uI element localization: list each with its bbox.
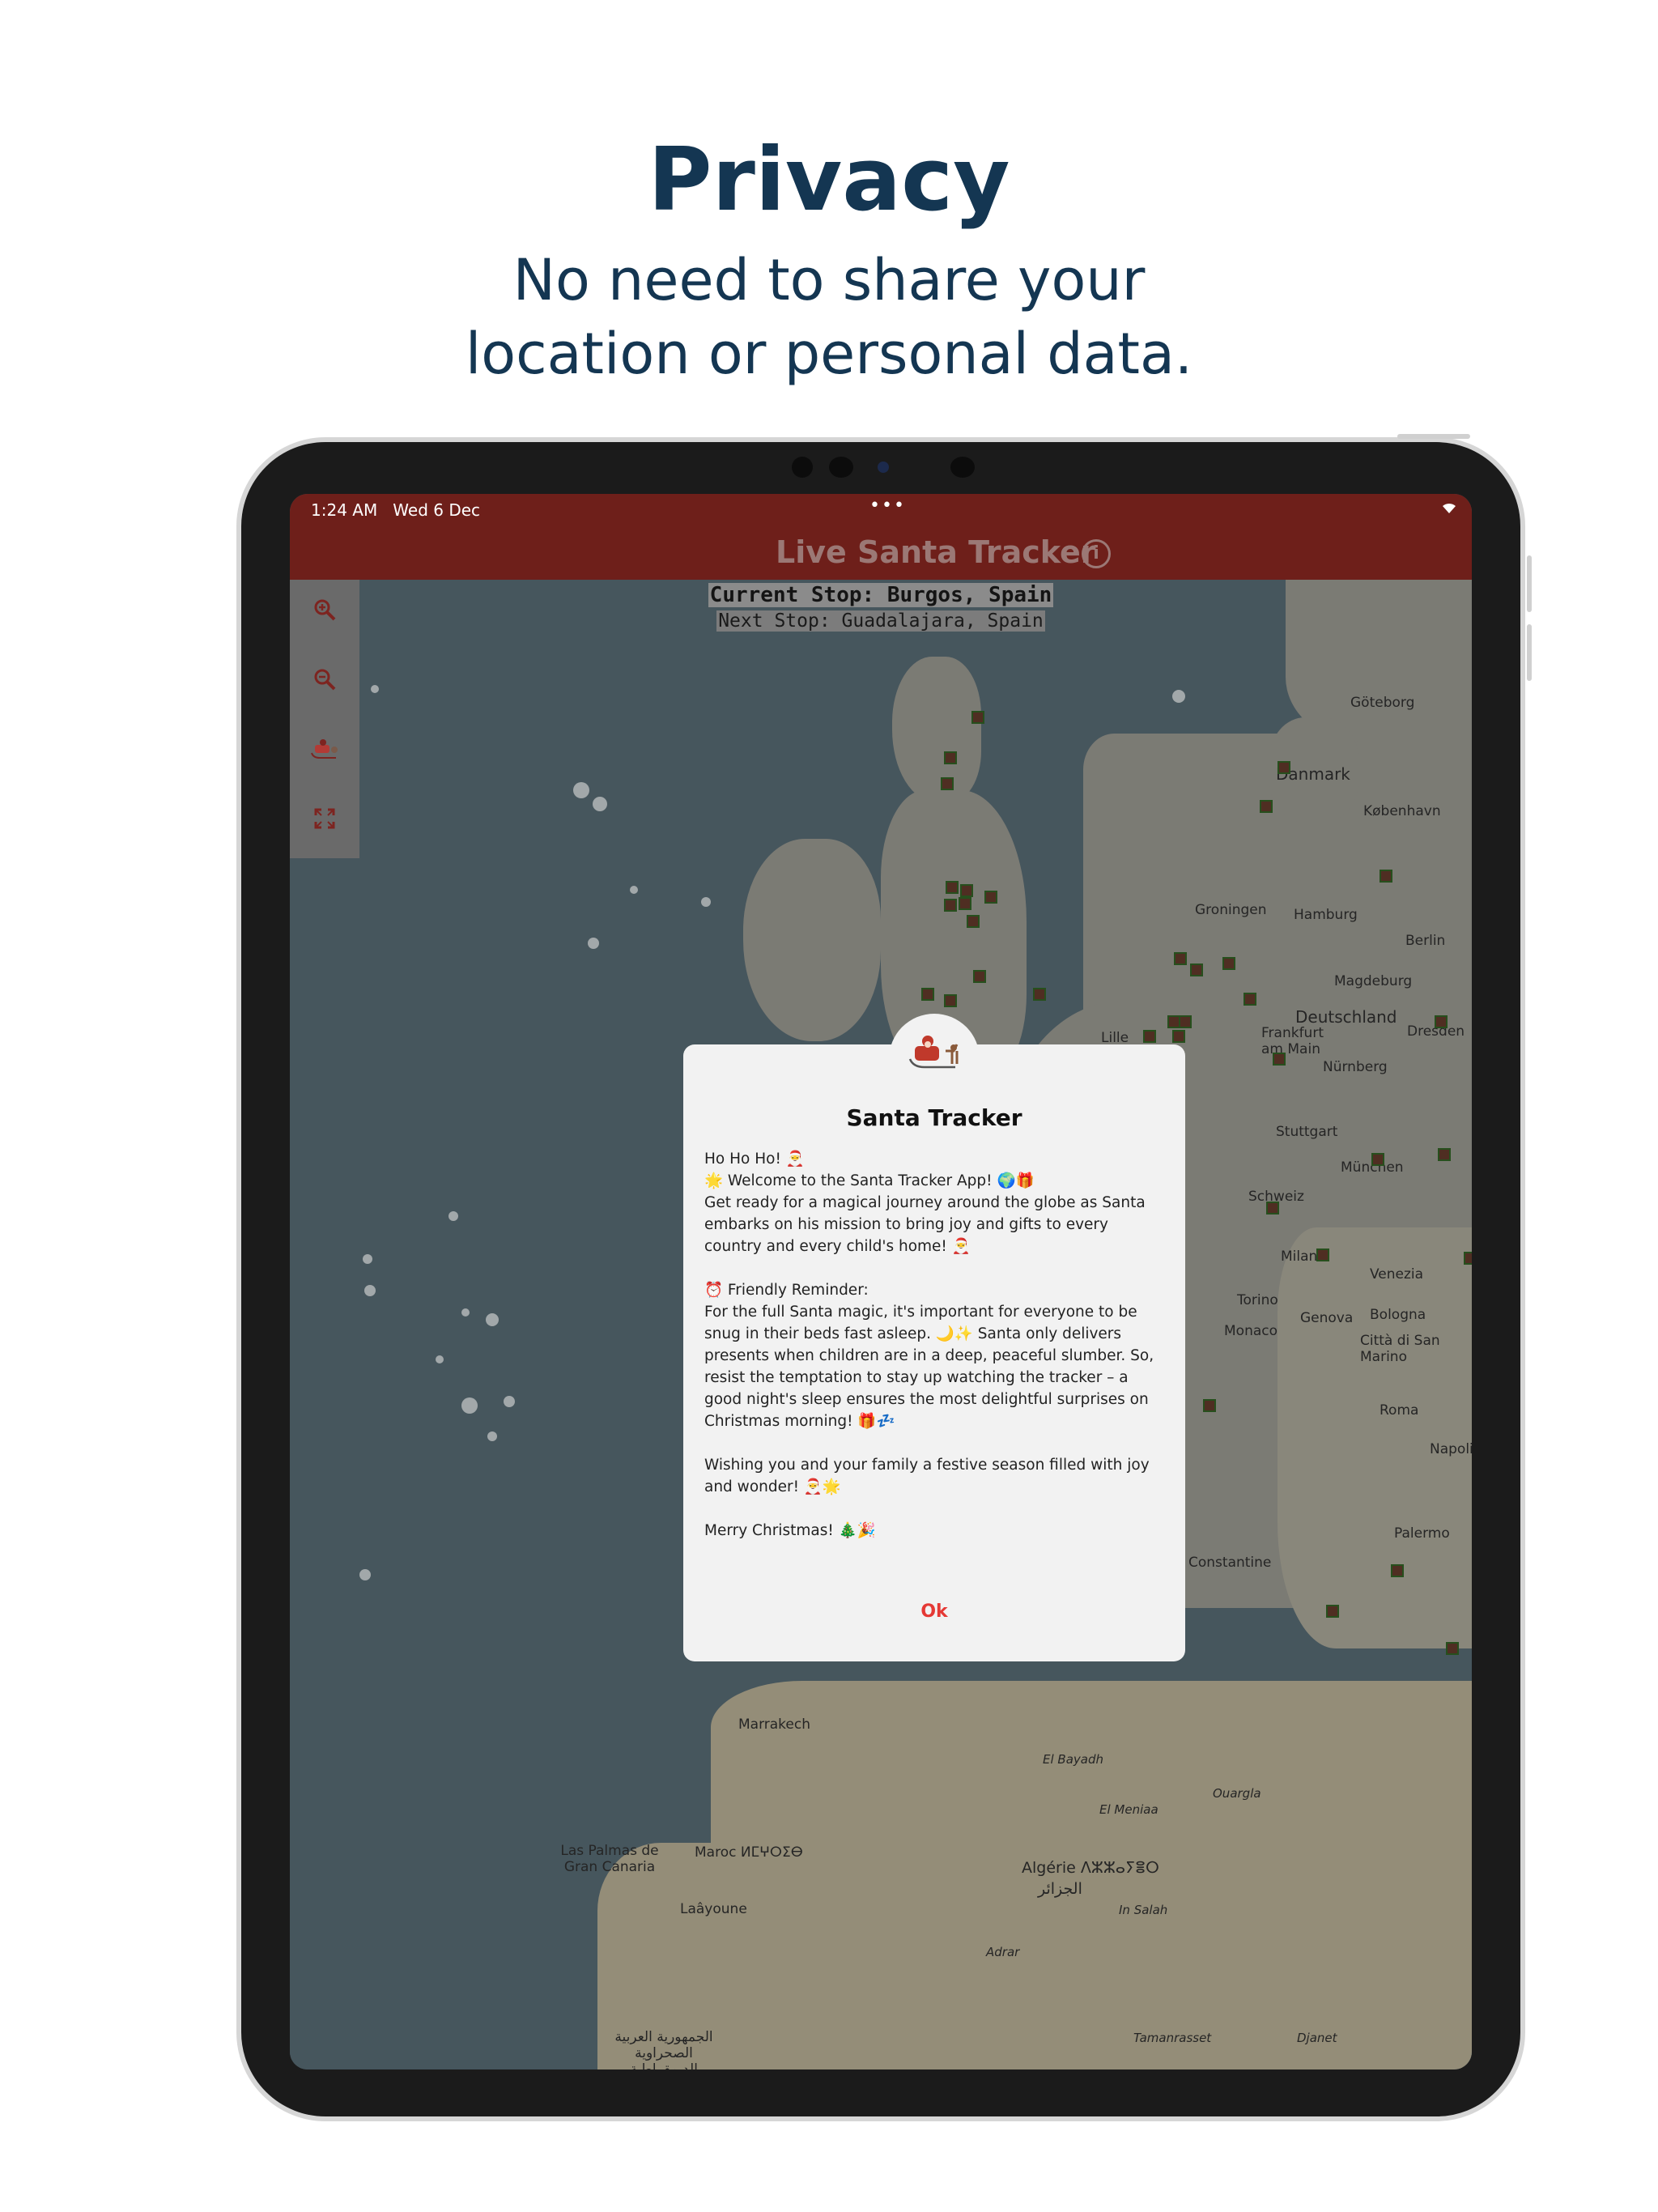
santa-sleigh-icon[interactable] xyxy=(306,734,343,771)
headline-subtitle-line1: No need to share your xyxy=(512,247,1146,313)
volume-up-button xyxy=(1527,555,1532,612)
dialog-title: Santa Tracker xyxy=(846,1104,1022,1131)
dialog-line: ⏰ Friendly Reminder: xyxy=(704,1282,869,1299)
volume-down-button xyxy=(1527,624,1532,681)
current-stop-label: Current Stop: Burgos, Spain xyxy=(708,583,1054,607)
app-screen: Göteborg Danmark København Hamburg Groni… xyxy=(290,494,1472,2069)
dialog-line: Ho Ho Ho! 🎅 xyxy=(704,1151,805,1168)
zoom-out-icon[interactable] xyxy=(306,664,343,701)
welcome-dialog: Santa Tracker Ho Ho Ho! 🎅 🌟 Welcome to t… xyxy=(683,1014,1185,1661)
camera-sensor xyxy=(792,457,813,478)
zoom-in-icon[interactable] xyxy=(306,594,343,632)
fullscreen-icon[interactable] xyxy=(306,803,343,840)
dialog-line: 🌟 Welcome to the Santa Tracker App! 🌍🎁 xyxy=(704,1172,1035,1189)
multitasking-dots[interactable]: ••• xyxy=(869,496,906,516)
dialog-message: Ho Ho Ho! 🎅 🌟 Welcome to the Santa Track… xyxy=(704,1148,1169,1542)
headline-title: Privacy xyxy=(648,130,1010,231)
app-title: Live Santa Tracker xyxy=(776,534,1096,570)
wifi-icon xyxy=(1441,499,1457,518)
status-time: 1:24 AM Wed 6 Dec xyxy=(311,500,481,520)
top-button xyxy=(1397,434,1470,439)
camera-sensor xyxy=(950,457,975,478)
dialog-line: Get ready for a magical journey around t… xyxy=(704,1194,1146,1255)
headline-subtitle-line2: location or personal data. xyxy=(465,321,1193,387)
dialog-line: Wishing you and your family a festive se… xyxy=(704,1457,1150,1495)
dialog-line: Merry Christmas! 🎄🎉 xyxy=(704,1522,876,1539)
next-stop-label: Next Stop: Guadalajara, Spain xyxy=(716,610,1045,632)
app-bar: Live Santa Tracker i xyxy=(290,526,1472,580)
ipad-frame: Göteborg Danmark København Hamburg Groni… xyxy=(236,434,1532,2121)
camera-sensor xyxy=(829,457,853,478)
ok-button[interactable]: Ok xyxy=(683,1602,1185,1622)
dialog-line: For the full Santa magic, it's important… xyxy=(704,1304,1154,1430)
status-bar: 1:24 AM Wed 6 Dec ••• xyxy=(290,494,1472,526)
map-control-panel xyxy=(290,580,359,858)
info-icon[interactable]: i xyxy=(1082,539,1111,568)
camera-lens xyxy=(878,462,889,473)
santa-sleigh-icon xyxy=(907,1032,963,1080)
